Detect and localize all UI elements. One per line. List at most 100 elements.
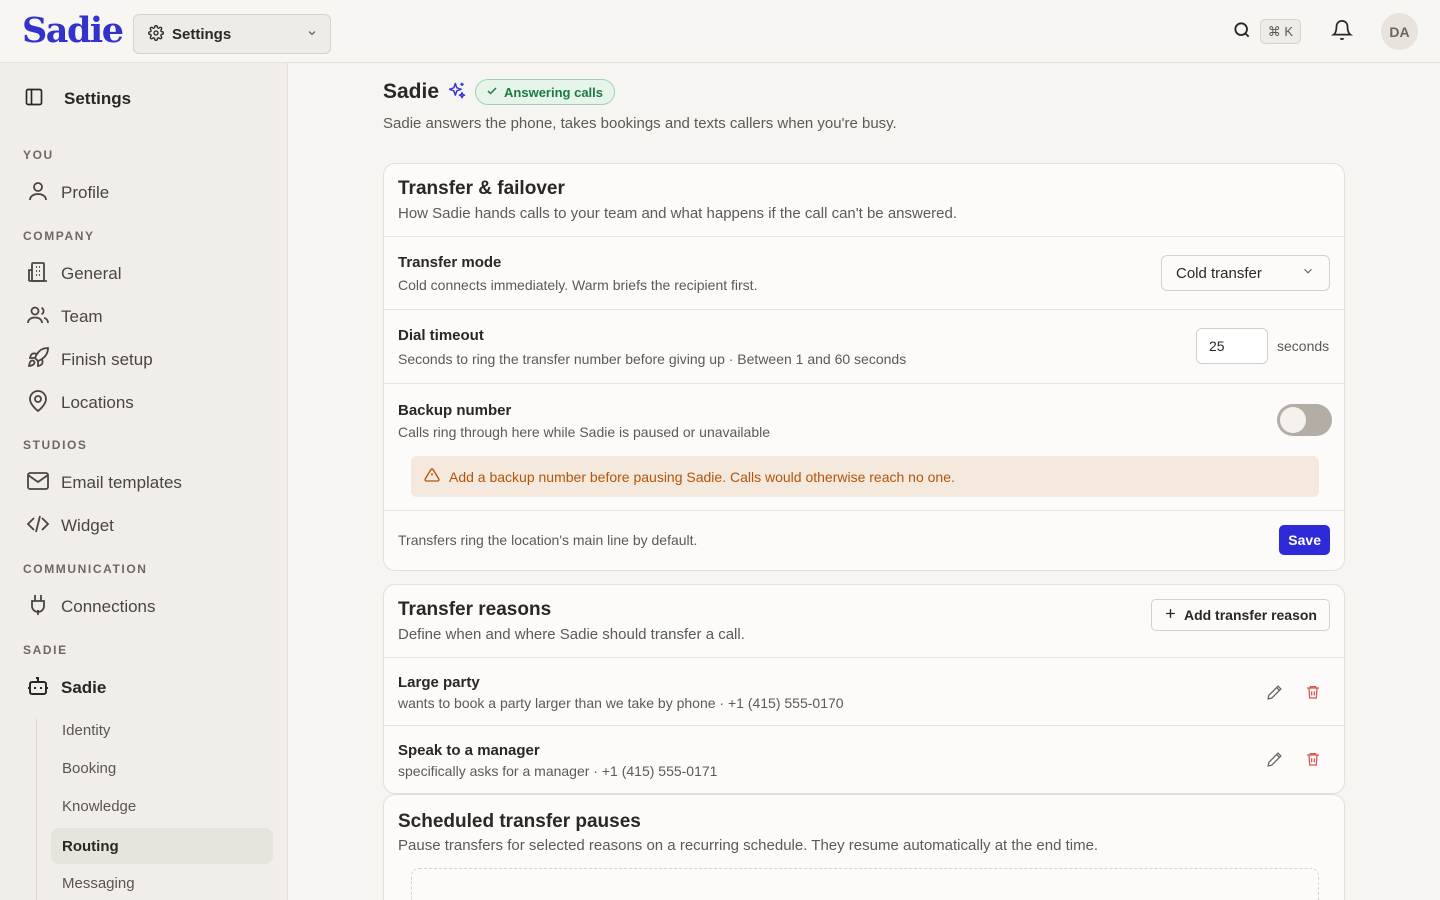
gear-icon (148, 24, 164, 44)
pencil-icon (1266, 684, 1282, 700)
card-title: Transfer reasons (398, 599, 552, 620)
sidebar-item-label: Profile (61, 183, 110, 202)
edit-reason-button[interactable] (1263, 748, 1285, 770)
reason-title: Large party (398, 674, 480, 691)
workspace-select-label: Settings (172, 25, 232, 43)
trash-icon (1307, 686, 1319, 699)
settings-sidebar: Settings YOU Profile COMPANY General Tea… (0, 63, 288, 900)
rocket-icon (26, 346, 50, 375)
card-description: Define when and where Sadie should trans… (398, 626, 745, 643)
chevron-down-icon (1301, 264, 1315, 282)
backup-warning-text: Add a backup number before pausing Sadie… (449, 468, 955, 485)
add-transfer-reason-button[interactable]: Add transfer reason (1150, 599, 1330, 631)
sidebar-item-general[interactable]: General (26, 259, 121, 289)
divider (384, 725, 1344, 726)
sidebar-subitem-knowledge[interactable]: Knowledge (51, 788, 273, 824)
page-title: Sadie (383, 80, 440, 103)
sparkles-icon (447, 81, 467, 104)
top-bar: Sadie Settings ⌘ K DA (0, 0, 1440, 63)
dial-timeout-description: Seconds to ring the transfer number befo… (398, 351, 907, 367)
delete-reason-button[interactable] (1302, 681, 1324, 703)
sidebar-item-profile[interactable]: Profile (26, 178, 109, 208)
divider (384, 236, 1344, 237)
section-label-company: COMPANY (23, 229, 95, 243)
submenu-guide-line (36, 719, 37, 900)
section-label-studios: STUDIOS (23, 438, 88, 452)
plus-icon (1164, 607, 1177, 623)
transfer-mode-value: Cold transfer (1176, 264, 1262, 282)
reason-detail: specifically asks for a manager · +1 (41… (398, 763, 718, 779)
sidebar-subitem-routing[interactable]: Routing (51, 828, 273, 864)
sidebar-subitem-identity[interactable]: Identity (51, 712, 273, 748)
edit-reason-button[interactable] (1263, 681, 1285, 703)
sidebar-item-locations[interactable]: Locations (26, 388, 134, 418)
sidebar-title: Settings (64, 88, 132, 108)
bot-icon (26, 674, 50, 703)
save-button[interactable]: Save (1279, 525, 1330, 555)
toggle-knob (1280, 407, 1306, 433)
sidebar-item-widget[interactable]: Widget (26, 511, 114, 541)
bell-icon[interactable] (1330, 19, 1354, 44)
sidebar-subitem-booking[interactable]: Booking (51, 750, 273, 786)
divider (384, 383, 1344, 384)
sidebar-item-label: Locations (61, 393, 134, 412)
sidebar-subitem-messaging[interactable]: Messaging (51, 865, 273, 900)
sidebar-item-email-templates[interactable]: Email templates (26, 468, 182, 498)
users-icon (26, 303, 50, 332)
status-badge-label: Answering calls (504, 84, 604, 100)
mail-icon (26, 469, 50, 498)
app-logo[interactable]: Sadie (22, 10, 124, 51)
main-content: Sadie Answering calls Sadie answers the … (288, 63, 1440, 900)
sidebar-item-label: Team (61, 307, 103, 326)
sidebar-item-label: Sadie (61, 678, 107, 697)
transfer-footer-note: Transfers ring the location's main line … (398, 532, 698, 548)
pencil-icon (1266, 751, 1282, 767)
card-title: Transfer & failover (398, 178, 565, 199)
dial-timeout-label: Dial timeout (398, 327, 484, 344)
sidebar-item-label: Widget (61, 516, 114, 535)
card-title: Scheduled transfer pauses (398, 811, 641, 832)
transfer-mode-select[interactable]: Cold transfer (1161, 255, 1330, 291)
sidebar-item-connections[interactable]: Connections (26, 592, 156, 622)
search-shortcut-hint[interactable]: ⌘ K (1259, 19, 1301, 44)
sidebar-item-label: Email templates (61, 473, 182, 492)
sidebar-item-team[interactable]: Team (26, 302, 103, 332)
sidebar-item-finish-setup[interactable]: Finish setup (26, 345, 153, 375)
top-actions: ⌘ K DA (1232, 13, 1418, 50)
code-icon (26, 512, 50, 541)
divider (384, 510, 1344, 511)
page-header: Sadie Answering calls (383, 79, 616, 105)
transfer-mode-description: Cold connects immediately. Warm briefs t… (398, 277, 758, 293)
divider (384, 657, 1344, 658)
section-label-communication: COMMUNICATION (23, 562, 148, 576)
chevron-down-icon (306, 26, 318, 42)
divider (384, 309, 1344, 310)
dial-timeout-unit: seconds (1277, 338, 1330, 354)
building-icon (26, 260, 50, 289)
add-transfer-reason-label: Add transfer reason (1183, 607, 1317, 623)
status-badge: Answering calls (475, 79, 616, 105)
delete-reason-button[interactable] (1302, 748, 1324, 770)
sidebar-item-sadie[interactable]: Sadie (26, 673, 106, 703)
transfer-failover-card: Transfer & failover How Sadie hands call… (383, 163, 1345, 571)
transfer-mode-label: Transfer mode (398, 254, 502, 271)
sidebar-toggle-icon[interactable] (24, 87, 44, 110)
dial-timeout-input[interactable] (1196, 328, 1268, 364)
backup-warning-banner: Add a backup number before pausing Sadie… (411, 456, 1319, 497)
user-avatar[interactable]: DA (1381, 13, 1418, 50)
sidebar-item-label: Connections (61, 597, 156, 616)
reason-detail: wants to book a party larger than we tak… (398, 695, 844, 711)
map-pin-icon (26, 389, 50, 418)
section-label-sadie: SADIE (23, 643, 68, 657)
backup-number-toggle[interactable] (1277, 404, 1332, 436)
user-icon (26, 179, 50, 208)
transfer-reasons-card: Transfer reasons Define when and where S… (383, 584, 1345, 794)
backup-number-description: Calls ring through here while Sadie is p… (398, 424, 771, 440)
pauses-empty-dropzone[interactable] (411, 868, 1319, 900)
search-icon[interactable] (1232, 20, 1252, 43)
card-description: How Sadie hands calls to your team and w… (398, 205, 958, 222)
card-description: Pause transfers for selected reasons on … (398, 837, 1099, 854)
scheduled-pauses-card: Scheduled transfer pauses Pause transfer… (383, 794, 1345, 900)
section-label-you: YOU (23, 148, 54, 162)
workspace-select[interactable]: Settings (133, 14, 331, 54)
